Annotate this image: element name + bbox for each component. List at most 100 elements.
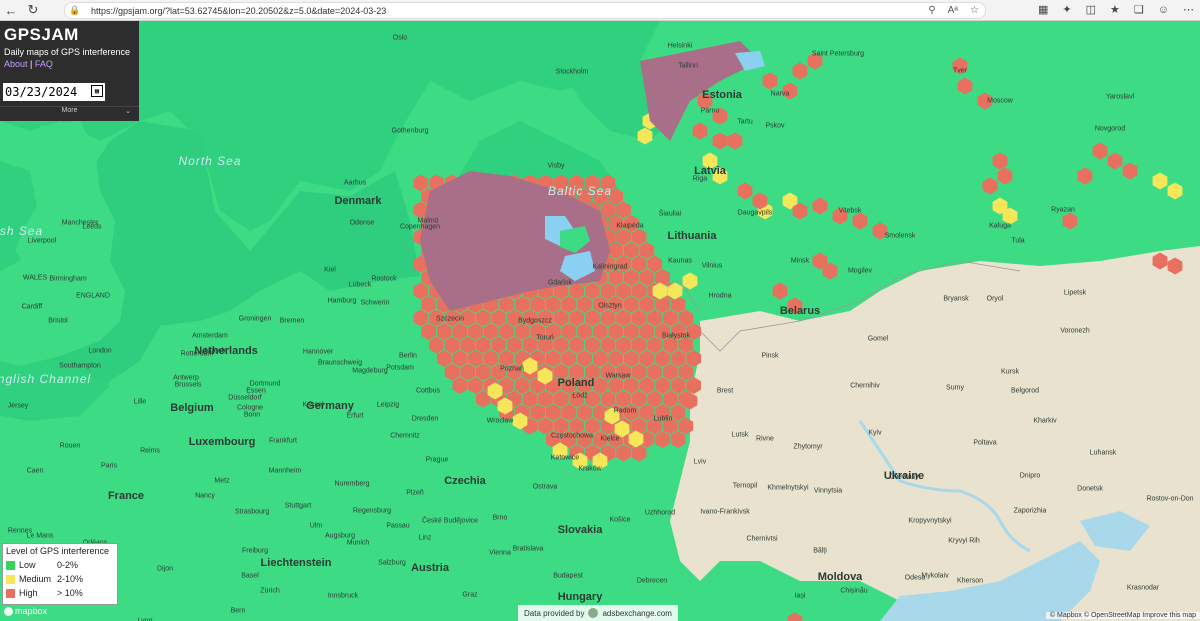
city-label: Bydgoszcz [518,317,552,325]
city-label: Gomel [867,335,889,343]
favorite-star-icon[interactable]: ☆ [970,3,979,18]
city-label: Uzhhorod [644,509,676,517]
sea-label: North Sea [178,154,242,168]
city-label: Zhytomyr [793,443,823,451]
country-label: Slovakia [557,524,603,536]
city-label: Helsinki [667,42,693,50]
city-label: Antwerp [173,374,199,382]
city-label: Poltava [973,439,997,447]
city-label: Vienna [489,549,511,557]
city-label: Metz [214,477,230,485]
city-label: Tver [953,67,967,75]
browser-toolbar: ← ↻ 🔒 https://gpsjam.org/?lat=53.62745&l… [0,0,1200,21]
city-label: Amsterdam [192,332,228,340]
city-label: Pinsk [761,352,779,360]
city-label: Strasbourg [234,508,270,516]
more-label[interactable]: More [62,107,78,114]
city-label: Ulm [309,522,323,530]
date-input[interactable]: 03/23/2024 ▦ [3,83,105,101]
map-attribution[interactable]: © Mapbox © OpenStreetMap Improve this ma… [1045,612,1200,619]
city-label: Pärnu [700,107,720,115]
city-label: WALES [22,274,48,282]
city-label: Bălți [813,547,827,555]
city-label: Lublin [653,415,673,423]
country-label: Hungary [557,591,603,603]
city-label: Kielce [600,435,620,443]
city-label: Vinnytsia [813,487,843,495]
favorites-icon[interactable]: ★ [1110,1,1120,19]
city-label: Saint Petersburg [811,50,865,58]
legend-range: 2-10% [57,574,84,584]
legend-row-medium: Medium 2-10% [6,572,117,586]
city-label: Bristol [48,317,68,325]
lock-icon: 🔒 [69,5,81,15]
date-value[interactable]: 03/23/2024 [5,85,77,99]
faq-link[interactable]: FAQ [35,59,53,69]
city-label: Mykolaiv [921,572,949,580]
legend-range: > 10% [57,588,83,598]
address-bar[interactable]: 🔒 https://gpsjam.org/?lat=53.62745&lon=2… [64,2,986,19]
city-label: Vitebsk [838,207,862,215]
city-label: Brussels [174,381,202,389]
city-label: Dresden [411,415,439,423]
city-label: Częstochowa [550,432,594,440]
city-label: Belgorod [1010,387,1040,395]
city-label: Braunschweig [318,359,362,367]
city-label: Ostrava [532,483,558,491]
city-label: Lille [133,398,147,406]
zoom-icon[interactable]: ⚲ [928,3,935,18]
city-label: Kaliningrad [592,263,628,271]
city-label: Nancy [195,492,215,500]
legend-name: Low [19,560,36,570]
legend-title: Level of GPS interference [6,546,110,556]
city-label: Brno [492,514,508,522]
calendar-icon[interactable]: ▦ [91,85,103,97]
chevron-down-icon[interactable]: ⌄ [125,107,131,115]
city-label: Linz [418,534,432,542]
city-label: Minsk [790,257,810,265]
city-label: Budapest [553,572,583,580]
city-label: Rennes [7,527,33,535]
about-link[interactable]: About [4,59,28,69]
city-label: Luhansk [1089,449,1117,457]
country-label: Czechia [444,475,486,487]
country-label: Estonia [702,89,742,101]
city-label: Bryansk [943,295,969,303]
city-label: Radom [613,407,637,415]
city-label: Brest [716,387,734,395]
city-label: Tula [1011,237,1025,245]
split-screen-icon[interactable]: ◫ [1086,1,1096,19]
city-label: Basel [241,572,259,580]
city-label: ENGLAND [76,292,110,300]
app-subtitle: Daily maps of GPS interference [4,47,131,57]
city-label: Lutsk [731,431,749,439]
more-toggle[interactable]: More ⌄ [0,106,139,119]
city-label: Caen [26,467,44,475]
city-label: Lübeck [348,281,372,289]
credit-source[interactable]: adsbexchange.com [602,609,671,618]
read-aloud-icon[interactable]: Aᵃ [948,3,958,18]
sea-label: Irish Sea [0,224,44,238]
city-label: Berlin [399,352,417,360]
city-label: Bern [230,607,246,615]
city-label: Freiburg [241,547,269,555]
refresh-icon[interactable]: ↻ [22,1,44,19]
credit-label: Data provided by [524,608,585,618]
url-text[interactable]: https://gpsjam.org/?lat=53.62745&lon=20.… [91,6,386,16]
collections-icon[interactable]: ❏ [1134,1,1144,19]
extension-icon[interactable]: ▦ [1038,1,1048,19]
menu-icon[interactable]: ⋯ [1183,1,1194,19]
puzzle-icon[interactable]: ✦ [1062,1,1071,19]
profile-icon[interactable]: ☺ [1158,1,1169,19]
legend-swatch-medium [6,574,15,584]
legend-name: Medium [19,574,52,584]
country-label: Liechtenstein [260,557,332,569]
mapbox-logo[interactable]: mapbox [4,606,47,616]
city-label: Leeds [82,223,102,231]
back-icon[interactable]: ← [0,1,22,19]
city-label: Leipzig [376,401,400,409]
city-label: Narva [770,90,790,98]
legend-swatch-low [6,560,15,570]
city-label: Copenhagen [399,223,441,231]
map-canvas[interactable]: Denmark Netherlands Belgium Germany France Lu… [0,21,1200,621]
